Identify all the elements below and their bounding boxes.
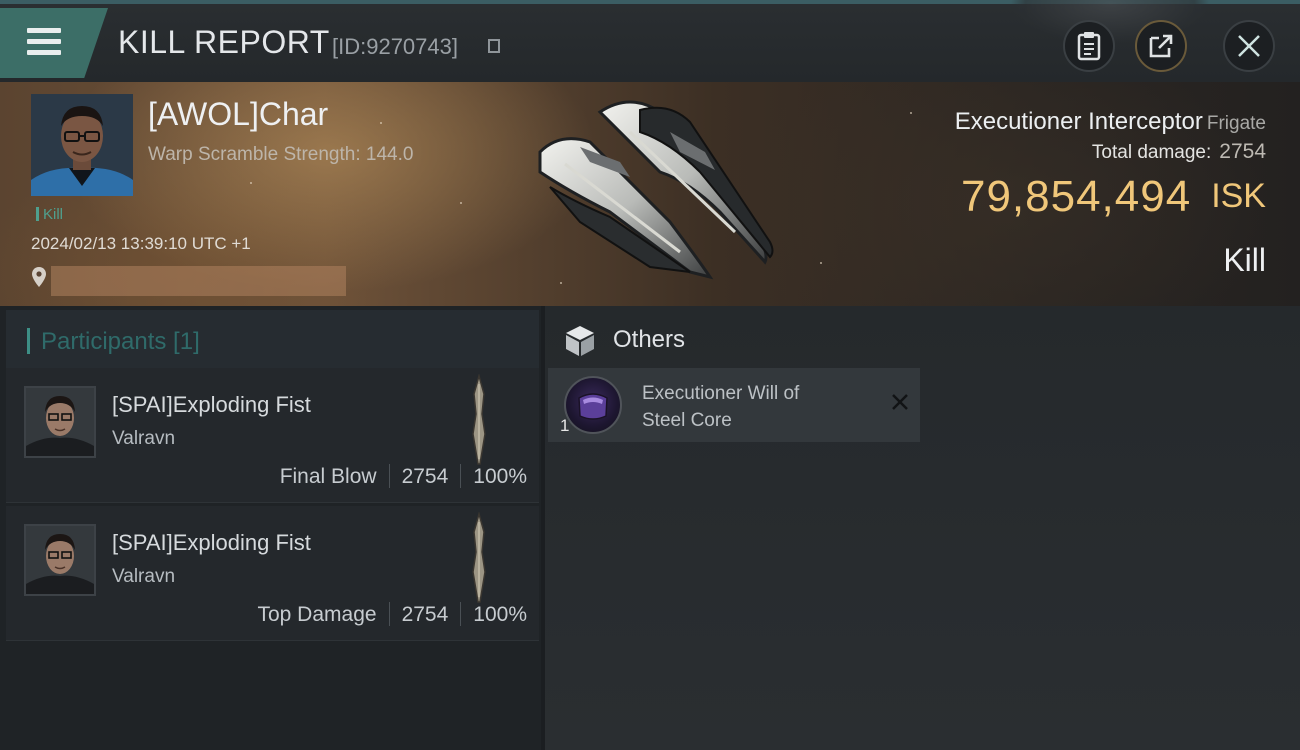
participant-ship-icon	[472, 512, 486, 603]
participant-role: Final Blow	[279, 465, 377, 488]
participant-name: [SPAI]Exploding Fist	[112, 392, 311, 417]
destroyed-x-icon	[892, 394, 908, 410]
participants-header-label: Participants [1]	[41, 328, 200, 355]
victim-name[interactable]: [AWOL]Char	[148, 96, 328, 133]
participant-percent: 100%	[473, 465, 527, 488]
participant-ship: Valravn	[112, 566, 176, 587]
participant-damage: 2754	[401, 603, 449, 626]
item-name: Executioner Will of Steel Core	[642, 383, 800, 431]
participant-row[interactable]: [SPAI]Exploding Fist Valravn Top Damage 2…	[6, 506, 539, 641]
clipboard-button[interactable]	[1063, 20, 1115, 72]
page-title: KILL REPORT	[118, 24, 330, 60]
ship-class-label: Frigate	[1206, 113, 1266, 134]
kill-report-id: [ID:9270743]	[332, 34, 458, 59]
kill-datetime: 2024/02/13 13:39:10 UTC +1	[31, 234, 251, 253]
ship-image	[538, 100, 774, 280]
participant-ship-icon	[472, 374, 486, 465]
victim-ship-name[interactable]: Executioner Interceptor Frigate	[955, 108, 1266, 136]
participant-row[interactable]: [SPAI]Exploding Fist Valravn Final Blow 2…	[6, 368, 539, 503]
report-result: Kill	[1223, 242, 1266, 278]
participant-damage: 2754	[401, 465, 449, 488]
participant-avatar	[24, 386, 96, 458]
total-damage-label: Total damage:	[1091, 142, 1212, 163]
warp-scramble-strength: Warp Scramble Strength: 144.0	[148, 144, 414, 165]
participant-name: [SPAI]Exploding Fist	[112, 530, 311, 555]
participant-avatar	[24, 524, 96, 596]
participant-role: Top Damage	[257, 603, 377, 626]
victim-portrait[interactable]	[31, 94, 133, 196]
participants-header[interactable]: Participants [1]	[6, 310, 539, 368]
participant-stats: Top Damage 2754 100%	[257, 602, 527, 627]
others-header: Others	[613, 326, 686, 353]
others-panel: Others 1 Executioner Will of Steel Core	[541, 306, 1300, 750]
core-icon	[578, 393, 608, 420]
close-button[interactable]	[1223, 20, 1275, 72]
participants-panel: Participants [1] [SPAI]Exploding Fist Va…	[0, 306, 541, 750]
isk-value: 79,854,494 ISK	[961, 172, 1266, 222]
avatar	[31, 94, 133, 196]
cube-icon	[566, 326, 594, 356]
total-damage-value: 2754	[1219, 140, 1266, 163]
close-icon	[1238, 35, 1260, 57]
ship-name-label: Executioner Interceptor	[954, 108, 1203, 135]
copy-icon[interactable]	[488, 39, 500, 53]
clipboard-icon	[1077, 32, 1101, 61]
dropped-item[interactable]: 1 Executioner Will of Steel Core	[548, 368, 920, 442]
participant-stats: Final Blow 2754 100%	[280, 464, 527, 489]
item-thumbnail	[564, 376, 622, 434]
kill-type-label: Kill	[43, 206, 64, 223]
menu-button[interactable]	[0, 8, 108, 78]
participant-ship: Valravn	[112, 428, 176, 449]
participant-percent: 100%	[473, 603, 527, 626]
isk-currency: ISK	[1211, 177, 1266, 215]
victim-summary: [AWOL]Char Warp Scramble Strength: 144.0…	[0, 82, 1300, 306]
total-damage: Total damage: 2754	[1092, 140, 1266, 164]
isk-amount: 79,854,494	[960, 172, 1192, 221]
title-bar: KILL REPORT [ID:9270743]	[0, 0, 1300, 82]
share-icon	[1149, 34, 1173, 58]
share-button[interactable]	[1135, 20, 1187, 72]
location-pin-icon	[32, 267, 46, 287]
item-quantity: 1	[560, 416, 570, 435]
kill-type-tag: Kill	[36, 206, 63, 223]
location-redacted	[51, 266, 346, 296]
